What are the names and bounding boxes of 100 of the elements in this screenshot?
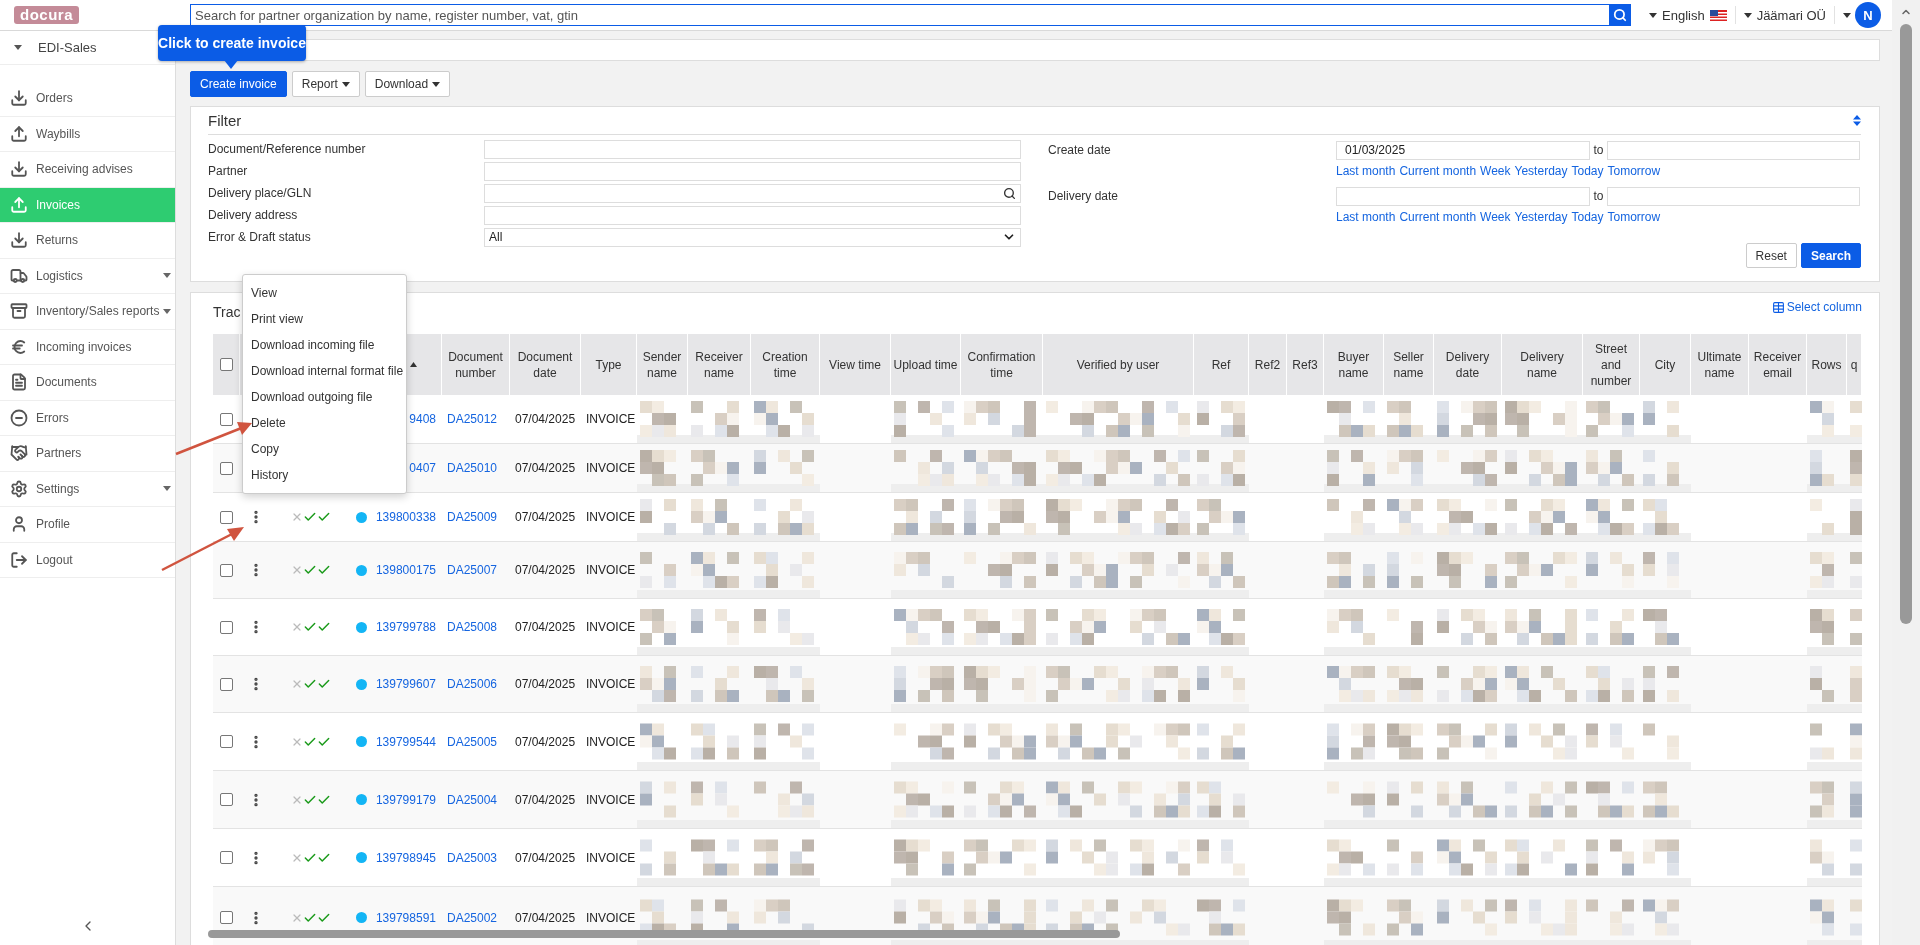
column-header[interactable]: Rows	[1811, 356, 1842, 373]
field-label: Create date	[1048, 143, 1112, 157]
tracking-number-link[interactable]: 9408	[409, 412, 436, 426]
field-label: Document/Reference number	[208, 142, 367, 156]
table-cell: INVOICE	[586, 850, 636, 865]
table-cell: 07/04/2025	[515, 412, 576, 426]
table-cell: INVOICE	[586, 734, 636, 749]
menu-item[interactable]: Download internal format file	[243, 358, 406, 384]
column-header[interactable]: Seller name	[1386, 348, 1431, 381]
reset-button[interactable]: Reset	[1745, 243, 1797, 268]
date-shortcut-link[interactable]: Last month	[1336, 164, 1396, 178]
table-cell: 07/04/2025	[515, 850, 576, 865]
tracking-number-link[interactable]: 139800175	[375, 563, 436, 577]
column-header[interactable]: Ultimate name	[1693, 348, 1746, 381]
date-shortcut-link[interactable]: Today	[1571, 210, 1604, 224]
create-button[interactable]: Create invoice	[190, 71, 287, 97]
select-field[interactable]: All	[484, 227, 1021, 247]
date-shortcut-link[interactable]: Week	[1480, 164, 1511, 178]
column-header[interactable]: Ref2	[1254, 356, 1281, 373]
column-header[interactable]: Verified by user	[1076, 356, 1160, 373]
table-cell: INVOICE	[586, 620, 636, 634]
dropdown-button[interactable]: Report	[291, 71, 360, 97]
column-header[interactable]: View time	[829, 356, 881, 373]
column-header[interactable]: Receiver email	[1751, 348, 1804, 381]
tracking-number-link[interactable]: 139799788	[375, 620, 436, 634]
table-cell: INVOICE	[586, 677, 636, 691]
range-label: to	[1592, 143, 1605, 157]
table-cell: 07/04/2025	[515, 620, 576, 634]
search-button[interactable]: Search	[1800, 243, 1861, 268]
date-shortcut-link[interactable]: Yesterday	[1514, 164, 1568, 178]
table-cell: 07/04/2025	[515, 910, 576, 925]
column-header[interactable]: City	[1654, 356, 1676, 373]
tooltip: Click to create invoice	[158, 25, 306, 61]
column-header[interactable]: Ref	[1211, 356, 1231, 373]
column-header[interactable]: Delivery name	[1504, 348, 1580, 381]
company-menu[interactable]: Jäämari OÜ	[1735, 4, 1834, 26]
table-cell: 07/04/2025	[515, 734, 576, 749]
language-menu[interactable]: English	[1641, 4, 1735, 26]
select-column-link[interactable]: Select column	[1771, 300, 1862, 314]
menu-item[interactable]: Delete	[243, 410, 406, 436]
dropdown-button[interactable]: Download	[364, 71, 451, 97]
column-header[interactable]: Upload time	[893, 356, 958, 373]
column-header[interactable]: q	[1850, 356, 1858, 373]
section-toggle[interactable]: EDI-Sales	[14, 40, 97, 55]
field-label: Delivery place/GLN	[208, 186, 313, 200]
document-number-link[interactable]: DA25010	[447, 461, 498, 475]
menu-item[interactable]: Copy	[243, 436, 406, 462]
field-label: Error & Draft status	[208, 230, 312, 244]
table-cell: INVOICE	[586, 792, 636, 807]
table-cell: 07/04/2025	[515, 563, 576, 577]
date-shortcut-link[interactable]: Tomorrow	[1607, 164, 1661, 178]
table-cell: INVOICE	[586, 461, 636, 475]
date-shortcut-link[interactable]: Current month	[1399, 210, 1477, 224]
date-field[interactable]: 01/03/2025	[1336, 140, 1590, 160]
table-cell: INVOICE	[586, 563, 636, 577]
document-number-link[interactable]: DA25012	[447, 412, 498, 426]
document-number-link[interactable]: DA25002	[447, 910, 498, 925]
tracking-number-link[interactable]: 139799179	[375, 792, 436, 807]
document-number-link[interactable]: DA25007	[447, 563, 498, 577]
menu-item[interactable]: View	[243, 280, 406, 306]
date-shortcut-link[interactable]: Tomorrow	[1607, 210, 1661, 224]
column-header[interactable]: Confirmation time	[963, 348, 1040, 381]
date-shortcut-link[interactable]: Yesterday	[1514, 210, 1568, 224]
date-shortcut-link[interactable]: Current month	[1399, 164, 1477, 178]
document-number-link[interactable]: DA25009	[447, 510, 498, 524]
tracking-number-link[interactable]: 139799544	[375, 734, 436, 749]
column-header[interactable]: Document number	[444, 348, 507, 381]
column-header[interactable]: Document date	[512, 348, 578, 381]
document-number-link[interactable]: DA25005	[447, 734, 498, 749]
field-label: Partner	[208, 164, 249, 178]
document-number-link[interactable]: DA25006	[447, 677, 498, 691]
avatar[interactable]: N	[1855, 2, 1881, 28]
column-header[interactable]: Street and number	[1585, 340, 1637, 389]
tracking-number-link[interactable]: 0407	[409, 461, 436, 475]
document-number-link[interactable]: DA25008	[447, 620, 498, 634]
document-number-link[interactable]: DA25004	[447, 792, 498, 807]
tracking-number-link[interactable]: 139798945	[375, 850, 436, 865]
column-header[interactable]: Creation time	[753, 348, 817, 381]
table-cell: INVOICE	[586, 910, 636, 925]
search-field[interactable]: Search for partner organization by name, register number, vat, gtin	[190, 4, 1609, 26]
field-label: Delivery address	[208, 208, 299, 222]
column-header[interactable]: Type	[595, 356, 622, 373]
column-header[interactable]: Ref3	[1292, 356, 1318, 373]
tracking-number-link[interactable]: 139798591	[375, 910, 436, 925]
tracking-number-link[interactable]: 139800338	[375, 510, 436, 524]
menu-item[interactable]: History	[243, 462, 406, 488]
column-header[interactable]: Receiver name	[690, 348, 748, 381]
menu-item[interactable]: Download outgoing file	[243, 384, 406, 410]
menu-item[interactable]: Download incoming file	[243, 332, 406, 358]
menu-item[interactable]: Print view	[243, 306, 406, 332]
date-shortcut-link[interactable]: Last month	[1336, 210, 1396, 224]
tracking-number-link[interactable]: 139799607	[375, 677, 436, 691]
table-cell: INVOICE	[586, 510, 636, 524]
date-shortcut-link[interactable]: Today	[1571, 164, 1604, 178]
column-header[interactable]: Sender name	[639, 348, 685, 381]
document-number-link[interactable]: DA25003	[447, 850, 498, 865]
column-header[interactable]: Buyer name	[1326, 348, 1381, 381]
column-header[interactable]: Delivery date	[1436, 348, 1499, 381]
date-shortcut-link[interactable]: Week	[1480, 210, 1511, 224]
table-cell: INVOICE	[586, 412, 636, 426]
